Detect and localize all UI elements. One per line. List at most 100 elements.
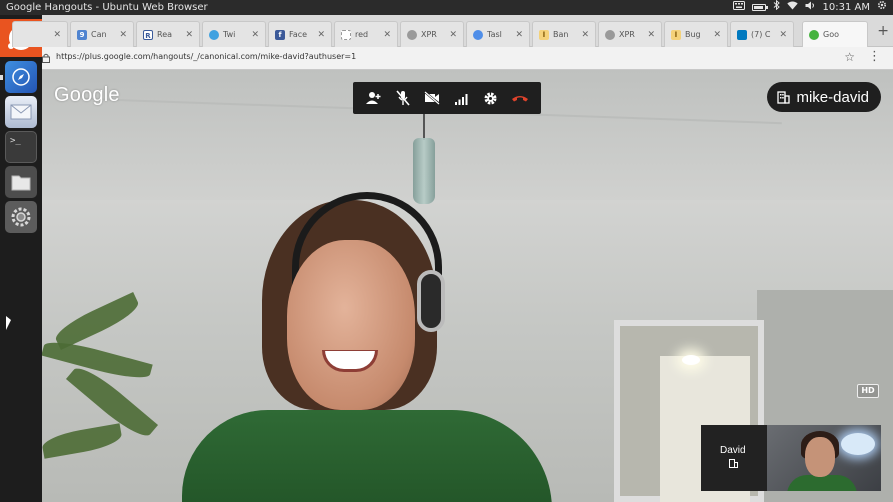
bluetooth-icon[interactable] <box>773 0 780 15</box>
session-gear-icon[interactable] <box>877 0 887 15</box>
envelope-icon <box>10 104 32 120</box>
participant-face <box>287 240 415 410</box>
settings-button[interactable] <box>480 87 502 109</box>
gear-icon <box>484 92 497 104</box>
web-browser-launcher[interactable] <box>5 61 37 93</box>
tab[interactable]: f Face ✕ <box>268 21 332 47</box>
close-tab-icon[interactable]: ✕ <box>317 30 325 40</box>
wifi-icon[interactable] <box>786 0 798 15</box>
tab-label: XPR <box>619 30 635 39</box>
twitter-bird-icon <box>209 29 219 40</box>
tab-strip: ✕ 9 Can ✕ R Rea ✕ Twi ✕ f Face ✕ red ✕ X… <box>12 15 893 47</box>
participant-thumbnail[interactable]: David <box>701 425 881 491</box>
thumbnail-name-area: David <box>701 425 767 491</box>
participant-shirt <box>182 410 552 502</box>
facebook-icon: f <box>275 29 285 40</box>
mic-off-icon <box>396 90 410 106</box>
hanging-bottle-lamp <box>410 110 438 205</box>
lamp-cord <box>423 110 425 140</box>
launcher: >_ <box>0 15 42 502</box>
globe-icon <box>605 29 615 40</box>
tab[interactable]: R Rea ✕ <box>136 21 200 47</box>
url-field[interactable]: https://plus.google.com/hangouts/_/canon… <box>56 52 356 61</box>
google-logo: Google <box>54 84 120 106</box>
end-call-button[interactable] <box>509 87 531 109</box>
compass-icon <box>12 68 30 86</box>
tab[interactable]: XPR ✕ <box>400 21 464 47</box>
tab-favicon-icon: 9 <box>77 29 87 40</box>
folder-icon <box>11 175 31 191</box>
address-bar: https://plus.google.com/hangouts/_/canon… <box>42 47 893 70</box>
launchpad-icon: l <box>671 29 681 40</box>
close-tab-icon[interactable]: ✕ <box>449 30 457 40</box>
tab[interactable]: red ✕ <box>334 21 398 47</box>
tab-label: XPR <box>421 30 437 39</box>
tab[interactable]: XPR ✕ <box>598 21 662 47</box>
close-tab-icon[interactable]: ✕ <box>53 30 61 40</box>
tasks-icon <box>473 29 483 40</box>
plant-leaf <box>42 423 124 459</box>
room-name: mike-david <box>796 88 869 106</box>
tab-label: Bug <box>685 30 701 39</box>
mail-launcher[interactable] <box>5 96 37 128</box>
tab-active[interactable]: Goo <box>802 21 868 47</box>
tab-label: Ban <box>553 30 569 39</box>
close-tab-icon[interactable]: ✕ <box>251 30 259 40</box>
bookmark-star-icon[interactable]: ☆ <box>844 50 855 64</box>
battery-icon[interactable] <box>751 4 768 11</box>
room-lamp <box>682 355 700 365</box>
turn-off-camera-button[interactable] <box>421 87 443 109</box>
tab[interactable]: 9 Can ✕ <box>70 21 134 47</box>
terminal-prompt-icon: >_ <box>10 136 21 146</box>
tab[interactable]: ✕ <box>12 21 68 47</box>
new-tab-button[interactable]: + <box>877 23 889 39</box>
close-tab-icon[interactable]: ✕ <box>647 30 655 40</box>
tab[interactable]: l Bug ✕ <box>664 21 728 47</box>
bandwidth-button[interactable] <box>451 87 473 109</box>
trello-icon <box>737 29 747 40</box>
tab-label: red <box>355 30 369 39</box>
hd-quality-badge[interactable]: HD <box>857 384 879 398</box>
volume-icon[interactable] <box>805 0 816 15</box>
mute-mic-button[interactable] <box>392 87 414 109</box>
loading-spinner-icon <box>341 29 351 40</box>
terminal-launcher[interactable]: >_ <box>5 131 37 163</box>
lock-icon <box>42 53 50 63</box>
keyboard-indicator-icon[interactable] <box>732 0 745 15</box>
add-person-icon <box>365 92 381 104</box>
tab-label: Tasl <box>487 30 502 39</box>
camera-off-icon <box>424 91 441 105</box>
clock[interactable]: 10:31 AM <box>823 0 870 15</box>
system-settings-launcher[interactable] <box>5 201 37 233</box>
close-tab-icon[interactable]: ✕ <box>515 30 523 40</box>
invite-people-button[interactable] <box>363 87 385 109</box>
remote-participant-video <box>182 192 552 502</box>
close-tab-icon[interactable]: ✕ <box>185 30 193 40</box>
self-view-video <box>767 425 881 491</box>
tab-label: Rea <box>157 30 173 39</box>
tab[interactable]: (7) C ✕ <box>730 21 794 47</box>
globe-icon <box>407 29 417 40</box>
tab[interactable]: Twi ✕ <box>202 21 266 47</box>
files-launcher[interactable] <box>5 166 37 198</box>
building-icon <box>777 90 791 104</box>
close-tab-icon[interactable]: ✕ <box>713 30 721 40</box>
mouse-cursor-icon <box>6 316 11 330</box>
tab-label: Twi <box>223 30 236 39</box>
close-tab-icon[interactable]: ✕ <box>383 30 391 40</box>
tab[interactable]: Tasl ✕ <box>466 21 530 47</box>
tab-label: Goo <box>823 30 839 39</box>
room-name-badge[interactable]: mike-david <box>767 82 881 112</box>
signal-bars-icon <box>454 93 468 105</box>
browser-menu-icon[interactable]: ⋮ <box>868 49 881 64</box>
launchpad-icon: l <box>539 29 549 40</box>
plant <box>42 270 192 502</box>
lamp-glass <box>413 138 435 204</box>
self-view-shirt <box>787 475 857 491</box>
close-tab-icon[interactable]: ✕ <box>581 30 589 40</box>
tab[interactable]: l Ban ✕ <box>532 21 596 47</box>
top-panel: Google Hangouts - Ubuntu Web Browser 10:… <box>0 0 893 15</box>
close-tab-icon[interactable]: ✕ <box>779 30 787 40</box>
main-video: Google mike-david HD David <box>42 70 893 502</box>
close-tab-icon[interactable]: ✕ <box>119 30 127 40</box>
